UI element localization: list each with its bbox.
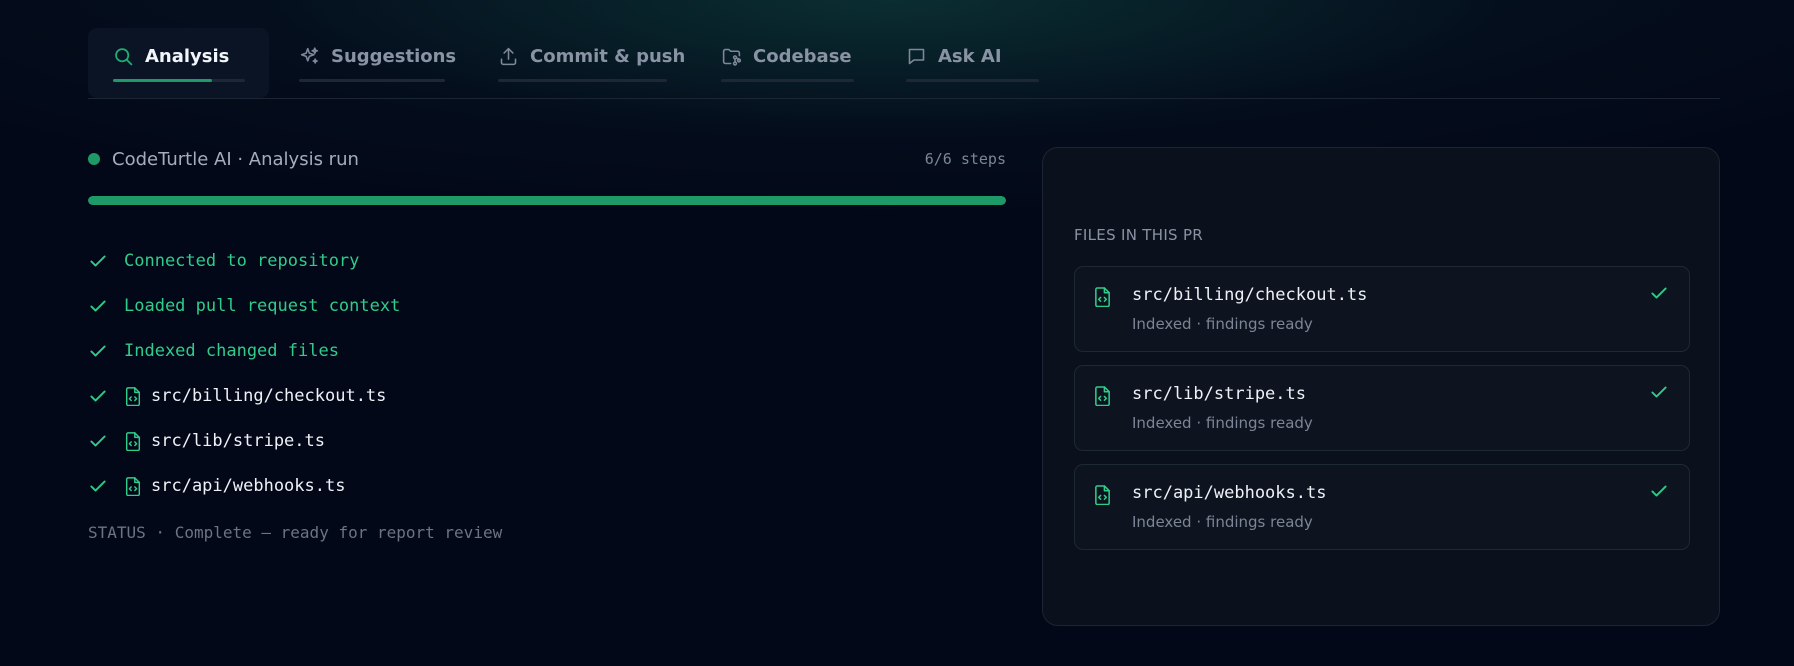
run-header: CodeTurtle AI · Analysis run 6/6 steps: [88, 146, 1006, 172]
app-root: Analysis Suggestions Commit & push Codeb…: [0, 0, 1794, 666]
file-name: src/lib/stripe.ts: [1132, 384, 1306, 404]
tab-ask-ai-progress: [906, 79, 1039, 82]
step-text: Connected to repository: [124, 250, 360, 271]
status-line: STATUS · Complete — ready for report rev…: [88, 523, 503, 542]
steps-list: Connected to repository Loaded pull requ…: [88, 238, 1006, 508]
file-code-icon: [1095, 386, 1110, 406]
file-meta: Indexed · findings ready: [1132, 513, 1313, 531]
tab-suggestions-progress: [299, 79, 445, 82]
step-item: src/lib/stripe.ts: [88, 418, 1006, 463]
check-icon: [1651, 485, 1667, 497]
file-code-icon: [125, 476, 141, 496]
file-code-icon: [125, 431, 141, 451]
tab-codebase[interactable]: Codebase: [721, 28, 854, 98]
file-code-icon: [1095, 287, 1110, 307]
check-icon: [90, 345, 106, 356]
tab-ask-ai-label: Ask AI: [938, 45, 1002, 67]
tab-codebase-progress: [721, 79, 854, 82]
check-icon: [90, 390, 106, 401]
tab-commit-push-label: Commit & push: [530, 45, 686, 67]
file-name: src/billing/checkout.ts: [1132, 285, 1368, 305]
tab-analysis-label: Analysis: [145, 45, 230, 67]
tab-analysis-progress: [113, 79, 245, 82]
file-card[interactable]: src/billing/checkout.ts Indexed · findin…: [1074, 266, 1690, 352]
run-progress-bar: [88, 196, 1006, 205]
tab-commit-push-progress: [498, 79, 667, 82]
step-item: src/api/webhooks.ts: [88, 463, 1006, 508]
step-text: Loaded pull request context: [124, 295, 401, 316]
tab-suggestions[interactable]: Suggestions: [299, 28, 456, 98]
tab-suggestions-label: Suggestions: [331, 45, 457, 67]
upload-icon: [498, 46, 519, 67]
file-name: src/api/webhooks.ts: [1132, 483, 1327, 503]
tab-analysis[interactable]: Analysis: [88, 28, 269, 98]
steps-count: 6/6 steps: [924, 150, 1006, 168]
step-item: Loaded pull request context: [88, 283, 1006, 328]
check-icon: [90, 255, 106, 266]
step-item: src/billing/checkout.ts: [88, 373, 1006, 418]
step-text: src/api/webhooks.ts: [151, 475, 346, 496]
search-icon: [113, 46, 134, 67]
step-text: src/lib/stripe.ts: [151, 430, 325, 451]
check-icon: [1651, 386, 1667, 398]
sparkles-icon: [299, 46, 320, 67]
file-card[interactable]: src/lib/stripe.ts Indexed · findings rea…: [1074, 365, 1690, 451]
check-icon: [90, 300, 106, 311]
files-panel: FILES IN THIS PR src/billing/checkout.ts…: [1042, 147, 1720, 626]
step-text: src/billing/checkout.ts: [151, 385, 387, 406]
tab-commit-push[interactable]: Commit & push: [498, 28, 685, 98]
file-meta: Indexed · findings ready: [1132, 414, 1313, 432]
file-code-icon: [125, 386, 141, 406]
tab-bar: Analysis Suggestions Commit & push Codeb…: [88, 28, 1720, 99]
run-progress-fill: [88, 196, 1006, 205]
run-title-group: CodeTurtle AI · Analysis run: [88, 149, 359, 170]
check-icon: [90, 435, 106, 446]
file-meta: Indexed · findings ready: [1132, 315, 1313, 333]
file-card[interactable]: src/api/webhooks.ts Indexed · findings r…: [1074, 464, 1690, 550]
files-heading: FILES IN THIS PR: [1074, 226, 1204, 244]
tab-ask-ai[interactable]: Ask AI: [906, 28, 1039, 98]
file-code-icon: [1095, 485, 1110, 505]
folder-git-icon: [721, 46, 742, 67]
tab-codebase-label: Codebase: [753, 45, 852, 67]
check-icon: [1651, 287, 1667, 299]
step-text: Indexed changed files: [124, 340, 339, 361]
step-item: Indexed changed files: [88, 328, 1006, 373]
status-dot: [88, 153, 100, 165]
run-title: CodeTurtle AI · Analysis run: [112, 148, 359, 170]
check-icon: [90, 480, 106, 491]
step-item: Connected to repository: [88, 238, 1006, 283]
chat-icon: [906, 46, 927, 67]
